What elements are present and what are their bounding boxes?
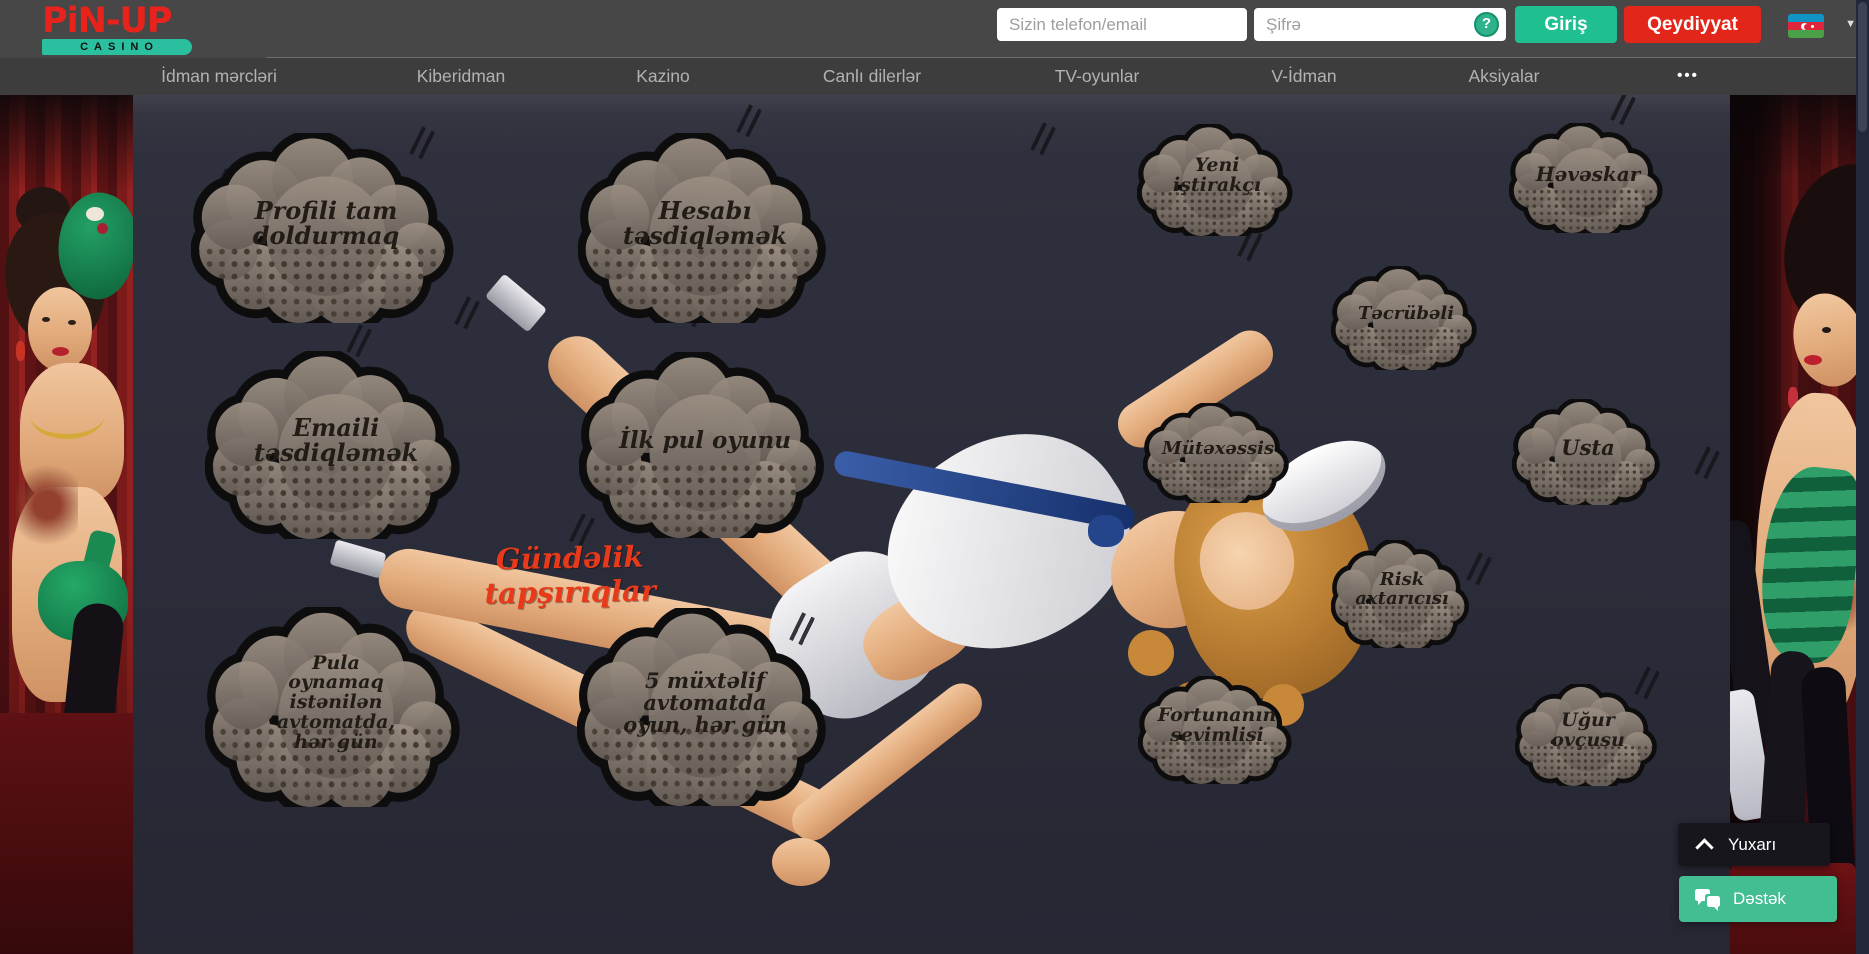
- support-label: Dəstək: [1733, 889, 1786, 909]
- nav-divider: [266, 57, 1856, 58]
- quest-label: Pula oynamaq istənilən avtomatda, hər gü…: [205, 607, 467, 807]
- quest-label: Yeni iştirakçı: [1137, 124, 1297, 236]
- chevron-down-icon: ▼: [1845, 18, 1856, 30]
- quest-label: Usta: [1512, 399, 1664, 505]
- logo-brand: PiN-UP: [42, 5, 192, 38]
- quest-cloud-mutexessis[interactable]: Mütəxəssis: [1143, 403, 1293, 503]
- quest-cloud-pula-oynamaq[interactable]: Pula oynamaq istənilən avtomatda, hər gü…: [205, 607, 467, 807]
- quest-label: Hesabı təsdiqləmək: [578, 133, 833, 323]
- chat-icon: [1695, 889, 1720, 909]
- nav-item-v-idman[interactable]: V-İdman: [1271, 58, 1336, 95]
- chevron-up-icon: [1695, 838, 1713, 856]
- quest-label: Fortunanın sevimlisi: [1138, 676, 1296, 784]
- nav-item-more[interactable]: •••: [1677, 58, 1699, 95]
- quest-cloud-bes-muxtelif[interactable]: 5 müxtəlif avtomatda oyun, hər gün: [577, 608, 833, 806]
- quest-layer: Profili tam doldurmaq Hesabı təsdiqləmək Y…: [0, 0, 1869, 954]
- quest-cloud-profil[interactable]: Profili tam doldurmaq: [191, 133, 461, 323]
- nav-item-canli-dilerler[interactable]: Canlı dilerlər: [823, 58, 921, 95]
- nav-item-tv-oyunlar[interactable]: TV-oyunlar: [1055, 58, 1140, 95]
- quest-cloud-usta[interactable]: Usta: [1512, 399, 1664, 505]
- daily-tasks-heading: Gündəlik tapşırıqlar: [419, 538, 720, 611]
- nav-item-idman-mercleri[interactable]: İdman mərcləri: [161, 58, 277, 95]
- quest-label: Risk axtarıcısı: [1331, 540, 1473, 648]
- password-help-icon[interactable]: ?: [1474, 12, 1499, 37]
- quest-label: 5 müxtəlif avtomatda oyun, hər gün: [577, 608, 833, 806]
- nav-item-kiberidman[interactable]: Kiberidman: [417, 58, 506, 95]
- quest-cloud-heveskar[interactable]: Həvəskar: [1509, 123, 1667, 233]
- quest-label: Uğur ovçusu: [1515, 684, 1661, 786]
- nav-item-aksiyalar[interactable]: Aksiyalar: [1469, 58, 1540, 95]
- support-button[interactable]: Dəstək: [1679, 876, 1837, 922]
- quest-label: Emaili təsdiqləmək: [205, 351, 467, 539]
- quest-cloud-ugur-ovcusu[interactable]: Uğur ovçusu: [1515, 684, 1661, 786]
- quest-cloud-ilk-pul-oyunu[interactable]: İlk pul oyunu: [579, 352, 831, 538]
- password-input[interactable]: [1254, 8, 1506, 41]
- scrollbar-thumb[interactable]: [1858, 2, 1867, 132]
- password-wrap: ?: [1254, 8, 1506, 41]
- quest-label: Mütəxəssis: [1143, 403, 1293, 503]
- scroll-top-button[interactable]: Yuxarı: [1678, 823, 1830, 866]
- quest-cloud-risk-axtaricisi[interactable]: Risk axtarıcısı: [1331, 540, 1473, 648]
- quest-cloud-fortunanin-sevimlisi[interactable]: Fortunanın sevimlisi: [1138, 676, 1296, 784]
- main-nav: İdman mərcləri Kiberidman Kazino Canlı dile…: [0, 58, 1856, 95]
- scrollbar[interactable]: [1856, 0, 1869, 954]
- quest-cloud-email[interactable]: Emaili təsdiqləmək: [205, 351, 467, 539]
- header: PiN-UP CASINO ? Giriş Qeydiyyat ▼: [0, 0, 1856, 58]
- phone-email-input[interactable]: [997, 8, 1247, 41]
- azerbaijan-flag-icon: [1788, 14, 1824, 38]
- language-selector[interactable]: ▼: [1788, 13, 1856, 40]
- scroll-top-label: Yuxarı: [1728, 835, 1776, 855]
- quest-cloud-yeni-istirakci[interactable]: Yeni iştirakçı: [1137, 124, 1297, 236]
- quest-label: İlk pul oyunu: [579, 352, 831, 538]
- quest-label: Həvəskar: [1509, 123, 1667, 233]
- quest-label: Profili tam doldurmaq: [191, 133, 461, 323]
- quest-cloud-tecrubeli[interactable]: Təcrübəli: [1331, 266, 1481, 370]
- register-button[interactable]: Qeydiyyat: [1624, 6, 1761, 43]
- login-button[interactable]: Giriş: [1515, 6, 1617, 43]
- pinup-casino-page: PiN-UP CASINO ? Giriş Qeydiyyat ▼ İdman …: [0, 0, 1869, 954]
- quest-cloud-hesab[interactable]: Hesabı təsdiqləmək: [578, 133, 833, 323]
- logo-sub: CASINO: [42, 39, 192, 55]
- quest-label: Təcrübəli: [1331, 266, 1481, 370]
- nav-item-kazino[interactable]: Kazino: [636, 58, 690, 95]
- pinup-logo[interactable]: PiN-UP CASINO: [42, 5, 192, 55]
